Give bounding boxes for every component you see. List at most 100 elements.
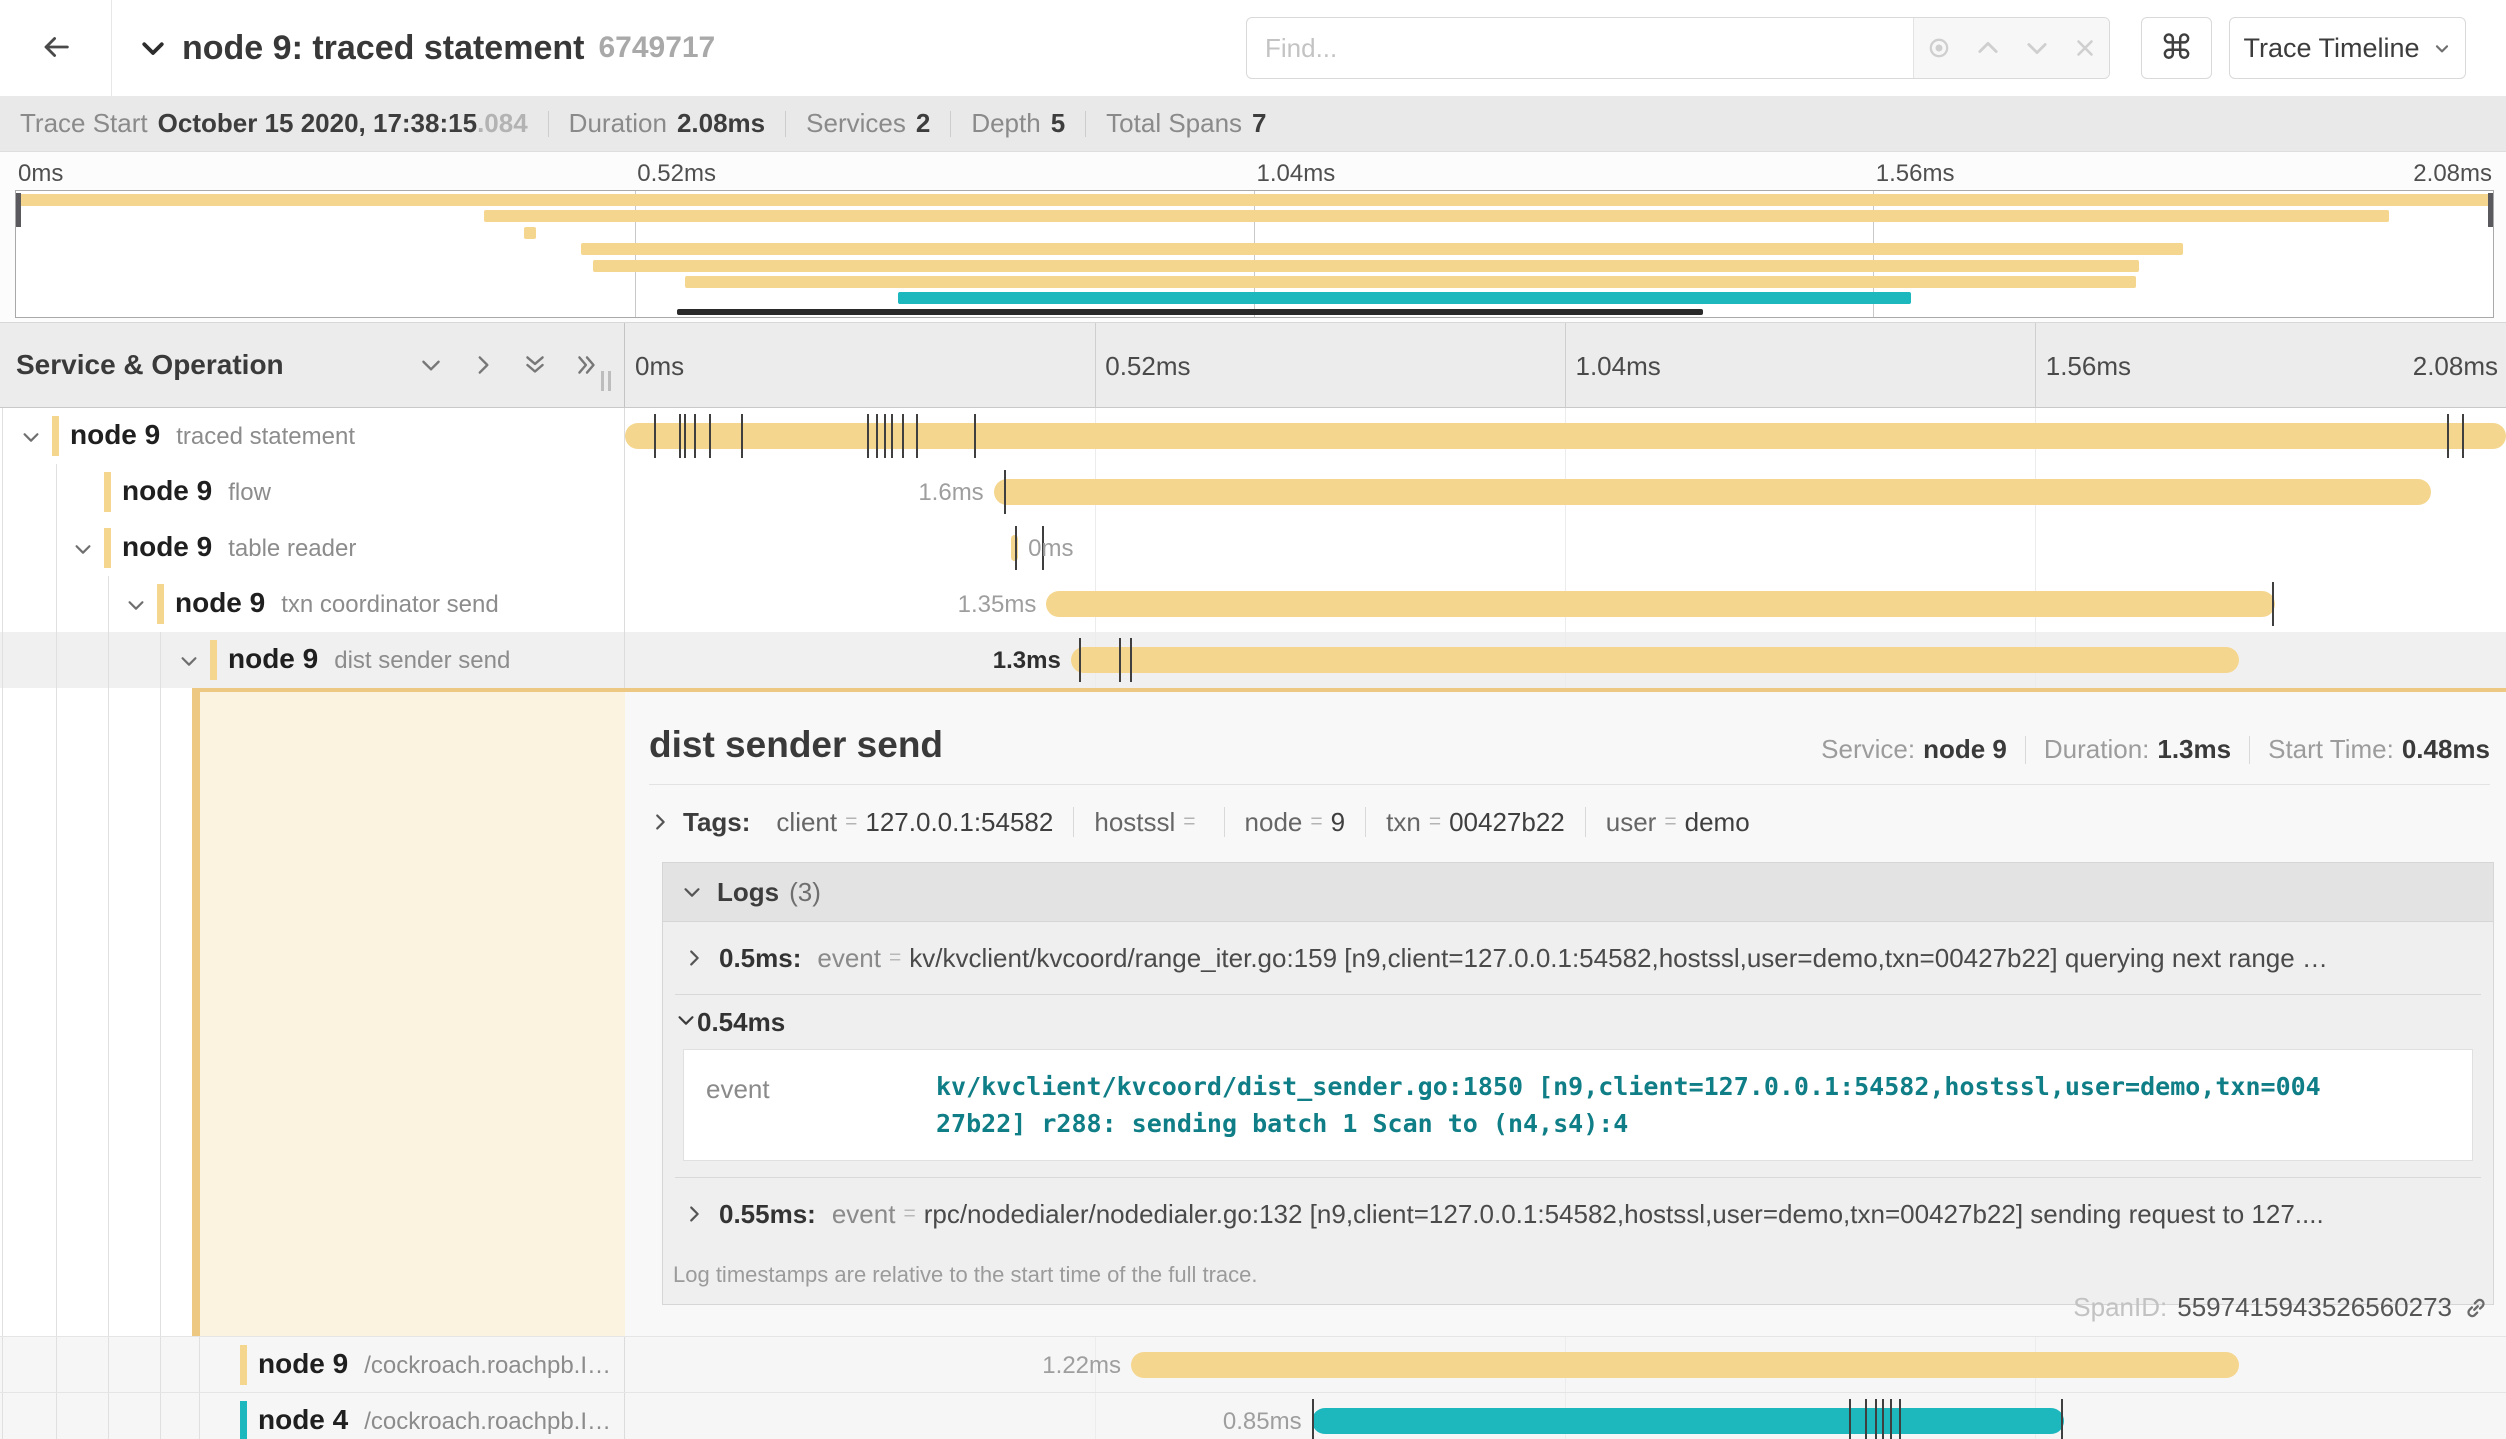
log-entry[interactable]: 0.5ms:event=kv/kvclient/kvcoord/range_it… (675, 922, 2481, 994)
operation-name: dist sender send (334, 647, 510, 674)
span-duration-bar[interactable] (1312, 1408, 2064, 1434)
span-row[interactable]: node 9txn coordinator send1.35ms (0, 576, 2506, 632)
back-button[interactable] (0, 0, 112, 96)
span-name-cell: node 9dist sender send (0, 632, 625, 688)
tag-separator (1585, 807, 1586, 837)
span-timeline-cell[interactable]: 1.3ms (625, 632, 2506, 688)
collapse-one-icon[interactable] (418, 352, 444, 378)
clear-find-button[interactable] (2072, 35, 2098, 61)
chevron-down-icon (2432, 38, 2452, 58)
log-marker-tick (1899, 1399, 1901, 1439)
expand-all-icon[interactable] (574, 352, 600, 378)
logs-header[interactable]: Logs(3) (663, 863, 2493, 922)
log-marker-tick (876, 414, 878, 458)
link-icon[interactable] (2462, 1294, 2490, 1322)
keyboard-shortcuts-button[interactable]: ⌘ (2141, 17, 2212, 79)
summary-label: Services (806, 108, 906, 139)
span-name-cell: node 9table reader (0, 520, 625, 576)
service-name: node 9flow (122, 475, 271, 507)
indent-guide (2, 576, 3, 632)
span-duration-bar[interactable] (1071, 647, 2239, 673)
find-input[interactable] (1247, 18, 1913, 78)
log-timestamp: 0.55ms: (719, 1199, 816, 1230)
minimap-right-handle[interactable] (2488, 193, 2493, 227)
tag-value: 127.0.0.1:54582 (865, 807, 1053, 838)
span-timeline-cell[interactable]: 0ms (625, 520, 2506, 576)
tag-separator (1365, 807, 1366, 837)
minimap-canvas[interactable] (15, 190, 2494, 318)
indent-guide (56, 1393, 57, 1439)
find-next-button[interactable] (2023, 34, 2051, 62)
stat-separator (2025, 736, 2026, 764)
tree-controls (418, 323, 600, 407)
log-entry[interactable]: 0.54mseventkv/kvclient/kvcoord/dist_send… (675, 994, 2481, 1161)
span-row[interactable]: node 9dist sender send1.3ms (0, 632, 2506, 688)
span-duration-bar[interactable] (1131, 1352, 2239, 1378)
tag-equals: = (1429, 810, 1441, 834)
tag-equals: = (1664, 810, 1676, 834)
trace-viewer: node 9: traced statement 6749717 ⌘ (0, 0, 2506, 1439)
tag-item: hostssl= (1094, 807, 1203, 838)
tag-item: user=demo (1606, 807, 1750, 838)
locate-button[interactable] (1925, 34, 1953, 62)
span-row[interactable]: node 9flow 1.6ms (0, 464, 2506, 520)
span-duration-label: 1.22ms (1042, 1352, 1121, 1380)
chevron-right-icon[interactable] (649, 811, 671, 833)
chevron-right-icon[interactable] (683, 947, 705, 969)
span-expander-chevron-icon[interactable] (178, 650, 200, 677)
log-line[interactable]: 0.55ms:event=rpc/nodedialer/nodedialer.g… (675, 1178, 2481, 1250)
log-line[interactable]: 0.5ms:event=kv/kvclient/kvcoord/range_it… (675, 922, 2481, 994)
span-duration-bar[interactable] (625, 423, 2506, 449)
logs-title: Logs (717, 877, 779, 908)
span-timeline-cell[interactable]: 1.22ms (625, 1337, 2506, 1392)
collapse-trace-chevron-icon[interactable] (138, 33, 168, 63)
span-row[interactable]: node 4/cockroach.roachpb.I… 0.85ms (0, 1392, 2506, 1439)
minimap-left-handle[interactable] (16, 193, 21, 227)
service-name: node 4/cockroach.roachpb.I… (258, 1404, 611, 1436)
log-timestamp: 0.5ms: (719, 943, 801, 974)
log-entry[interactable]: 0.55ms:event=rpc/nodedialer/nodedialer.g… (675, 1177, 2481, 1250)
log-marker-tick (2061, 1399, 2063, 1439)
view-select[interactable]: Trace Timeline (2229, 17, 2466, 79)
title-area: node 9: traced statement 6749717 (138, 0, 715, 96)
service-color-swatch (157, 584, 164, 624)
indent-guide (2, 688, 3, 1336)
chevron-right-icon[interactable] (683, 1203, 705, 1225)
log-marker-tick (867, 414, 869, 458)
span-row[interactable]: node 9traced statement (0, 408, 2506, 464)
span-duration-bar[interactable] (1046, 591, 2274, 617)
span-timeline-cell[interactable]: 1.6ms (625, 464, 2506, 520)
indent-guide (56, 464, 57, 520)
tags-label: Tags: (683, 807, 750, 838)
summary-item: Duration2.08ms (569, 108, 765, 139)
expand-one-icon[interactable] (470, 352, 496, 378)
span-expander-chevron-icon[interactable] (125, 594, 147, 621)
tag-equals: = (845, 810, 857, 834)
tags-row[interactable]: Tags:client=127.0.0.1:54582hostssl=node=… (649, 800, 1750, 844)
span-expander-chevron-icon[interactable] (20, 426, 42, 453)
summary-item: Trace StartOctober 15 2020, 17:38:15.084 (20, 108, 528, 139)
tag-key: hostssl (1094, 807, 1175, 838)
operation-name: table reader (228, 535, 356, 562)
chevron-down-icon[interactable] (675, 1007, 697, 1038)
span-expander-chevron-icon[interactable] (72, 538, 94, 565)
span-row[interactable]: node 9table reader0ms (0, 520, 2506, 576)
find-prev-button[interactable] (1974, 34, 2002, 62)
indent-guide (56, 576, 57, 632)
operation-name: traced statement (176, 423, 355, 450)
span-duration-bar[interactable] (994, 479, 2431, 505)
span-timeline-cell[interactable]: 0.85ms (625, 1393, 2506, 1439)
panel-resize-grip[interactable] (601, 371, 611, 391)
indent-guide (108, 1337, 109, 1392)
span-name-cell: node 9txn coordinator send (0, 576, 625, 632)
span-id-value: 5597415943526560273 (2177, 1292, 2452, 1323)
timeline-axis: 0ms0.52ms1.04ms1.56ms2.08ms (625, 323, 2506, 407)
log-expanded-header[interactable]: 0.54ms (675, 995, 2481, 1049)
span-timeline-cell[interactable] (625, 408, 2506, 464)
indent-guide (56, 1337, 57, 1392)
span-row[interactable]: node 9/cockroach.roachpb.I…1.22ms (0, 1336, 2506, 1392)
log-detail-card: eventkv/kvclient/kvcoord/dist_sender.go:… (683, 1049, 2473, 1161)
span-timeline-cell[interactable]: 1.35ms (625, 576, 2506, 632)
span-name-cell: node 9traced statement (0, 408, 625, 464)
collapse-all-icon[interactable] (522, 352, 548, 378)
